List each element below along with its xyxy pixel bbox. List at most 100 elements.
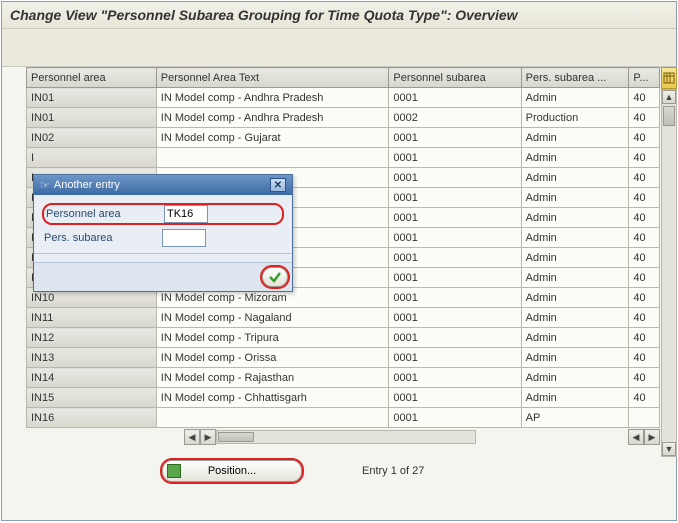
table-row[interactable]: IN13IN Model comp - Orissa0001Admin40: [27, 348, 660, 368]
table-cell[interactable]: 40: [629, 148, 660, 168]
hscroll-track[interactable]: [216, 430, 476, 444]
table-cell[interactable]: 0001: [389, 248, 521, 268]
table-cell[interactable]: 0002: [389, 108, 521, 128]
table-cell[interactable]: 0001: [389, 288, 521, 308]
table-cell[interactable]: AP: [521, 408, 629, 428]
table-cell[interactable]: IN Model comp - Andhra Pradesh: [156, 88, 389, 108]
scroll-left-button[interactable]: ◀: [184, 429, 200, 445]
table-cell[interactable]: Admin: [521, 328, 629, 348]
scroll-right-button[interactable]: ▶: [200, 429, 216, 445]
table-cell[interactable]: 0001: [389, 168, 521, 188]
scroll-thumb[interactable]: [663, 106, 675, 126]
table-cell[interactable]: IN15: [27, 388, 157, 408]
table-cell[interactable]: IN Model comp - Orissa: [156, 348, 389, 368]
table-cell[interactable]: IN Model comp - Nagaland: [156, 308, 389, 328]
table-cell[interactable]: 0001: [389, 228, 521, 248]
table-cell[interactable]: IN Model comp - Tripura: [156, 328, 389, 348]
table-cell[interactable]: Admin: [521, 368, 629, 388]
col-header-personnel-area-text[interactable]: Personnel Area Text: [156, 68, 389, 88]
table-cell[interactable]: 0001: [389, 128, 521, 148]
table-cell[interactable]: I: [27, 148, 157, 168]
scroll-up-arrow-icon[interactable]: ▲: [662, 90, 676, 104]
table-cell[interactable]: IN14: [27, 368, 157, 388]
table-cell[interactable]: IN02: [27, 128, 157, 148]
table-cell[interactable]: 40: [629, 288, 660, 308]
table-cell[interactable]: 40: [629, 248, 660, 268]
table-row[interactable]: I 0001Admin40: [27, 148, 660, 168]
table-cell[interactable]: IN Model comp - Rajasthan: [156, 368, 389, 388]
table-row[interactable]: IN16 0001AP: [27, 408, 660, 428]
table-cell[interactable]: 40: [629, 188, 660, 208]
input-personnel-area[interactable]: [164, 205, 208, 223]
vertical-scrollbar[interactable]: ▲ ▼: [661, 89, 677, 457]
table-cell[interactable]: Admin: [521, 128, 629, 148]
table-cell[interactable]: 0001: [389, 408, 521, 428]
table-cell[interactable]: IN13: [27, 348, 157, 368]
table-cell[interactable]: Admin: [521, 228, 629, 248]
table-cell[interactable]: 0001: [389, 368, 521, 388]
table-row[interactable]: IN11IN Model comp - Nagaland0001Admin40: [27, 308, 660, 328]
table-cell[interactable]: 0001: [389, 328, 521, 348]
table-cell[interactable]: [629, 408, 660, 428]
table-row[interactable]: IN12IN Model comp - Tripura0001Admin40: [27, 328, 660, 348]
table-cell[interactable]: Admin: [521, 208, 629, 228]
table-cell[interactable]: Admin: [521, 188, 629, 208]
table-cell[interactable]: 40: [629, 388, 660, 408]
table-cell[interactable]: 0001: [389, 348, 521, 368]
table-cell[interactable]: 0001: [389, 88, 521, 108]
table-row[interactable]: IN01IN Model comp - Andhra Pradesh0001Ad…: [27, 88, 660, 108]
table-cell[interactable]: 0001: [389, 188, 521, 208]
table-cell[interactable]: 40: [629, 88, 660, 108]
table-cell[interactable]: [156, 148, 389, 168]
table-cell[interactable]: IN12: [27, 328, 157, 348]
table-row[interactable]: IN15IN Model comp - Chhattisgarh0001Admi…: [27, 388, 660, 408]
table-cell[interactable]: IN01: [27, 108, 157, 128]
table-cell[interactable]: 0001: [389, 308, 521, 328]
dialog-ok-button[interactable]: [262, 267, 288, 287]
table-cell[interactable]: IN01: [27, 88, 157, 108]
input-pers-subarea[interactable]: [162, 229, 206, 247]
scroll-left-button-2[interactable]: ◀: [628, 429, 644, 445]
table-cell[interactable]: IN Model comp - Chhattisgarh: [156, 388, 389, 408]
table-row[interactable]: IN14IN Model comp - Rajasthan0001Admin40: [27, 368, 660, 388]
dialog-titlebar[interactable]: ☞ Another entry ✕: [34, 175, 292, 195]
scroll-right-button-2[interactable]: ▶: [644, 429, 660, 445]
table-cell[interactable]: 40: [629, 228, 660, 248]
col-header-p[interactable]: P...: [629, 68, 660, 88]
table-cell[interactable]: 40: [629, 308, 660, 328]
table-cell[interactable]: 40: [629, 368, 660, 388]
scroll-down-arrow-icon[interactable]: ▼: [662, 442, 676, 456]
table-cell[interactable]: IN Model comp - Andhra Pradesh: [156, 108, 389, 128]
col-header-pers-subarea-text[interactable]: Pers. subarea ...: [521, 68, 629, 88]
table-cell[interactable]: 40: [629, 328, 660, 348]
col-header-personnel-subarea[interactable]: Personnel subarea: [389, 68, 521, 88]
col-header-personnel-area[interactable]: Personnel area: [27, 68, 157, 88]
table-cell[interactable]: 0001: [389, 268, 521, 288]
table-cell[interactable]: IN11: [27, 308, 157, 328]
table-cell[interactable]: 40: [629, 128, 660, 148]
table-cell[interactable]: 40: [629, 208, 660, 228]
dialog-close-button[interactable]: ✕: [270, 178, 286, 192]
table-cell[interactable]: 0001: [389, 148, 521, 168]
table-settings-button[interactable]: [661, 67, 677, 89]
table-cell[interactable]: 40: [629, 268, 660, 288]
table-row[interactable]: IN02IN Model comp - Gujarat0001Admin40: [27, 128, 660, 148]
table-cell[interactable]: Production: [521, 108, 629, 128]
table-row[interactable]: IN01IN Model comp - Andhra Pradesh0002Pr…: [27, 108, 660, 128]
position-button[interactable]: Position...: [162, 460, 302, 482]
table-cell[interactable]: IN Model comp - Gujarat: [156, 128, 389, 148]
table-cell[interactable]: Admin: [521, 148, 629, 168]
table-cell[interactable]: Admin: [521, 288, 629, 308]
table-cell[interactable]: [156, 408, 389, 428]
table-cell[interactable]: Admin: [521, 88, 629, 108]
table-cell[interactable]: 40: [629, 348, 660, 368]
table-cell[interactable]: IN16: [27, 408, 157, 428]
table-cell[interactable]: Admin: [521, 348, 629, 368]
table-cell[interactable]: 40: [629, 168, 660, 188]
table-cell[interactable]: 0001: [389, 388, 521, 408]
table-cell[interactable]: Admin: [521, 308, 629, 328]
hscroll-thumb[interactable]: [218, 432, 254, 442]
table-cell[interactable]: Admin: [521, 268, 629, 288]
table-cell[interactable]: Admin: [521, 388, 629, 408]
table-cell[interactable]: Admin: [521, 168, 629, 188]
